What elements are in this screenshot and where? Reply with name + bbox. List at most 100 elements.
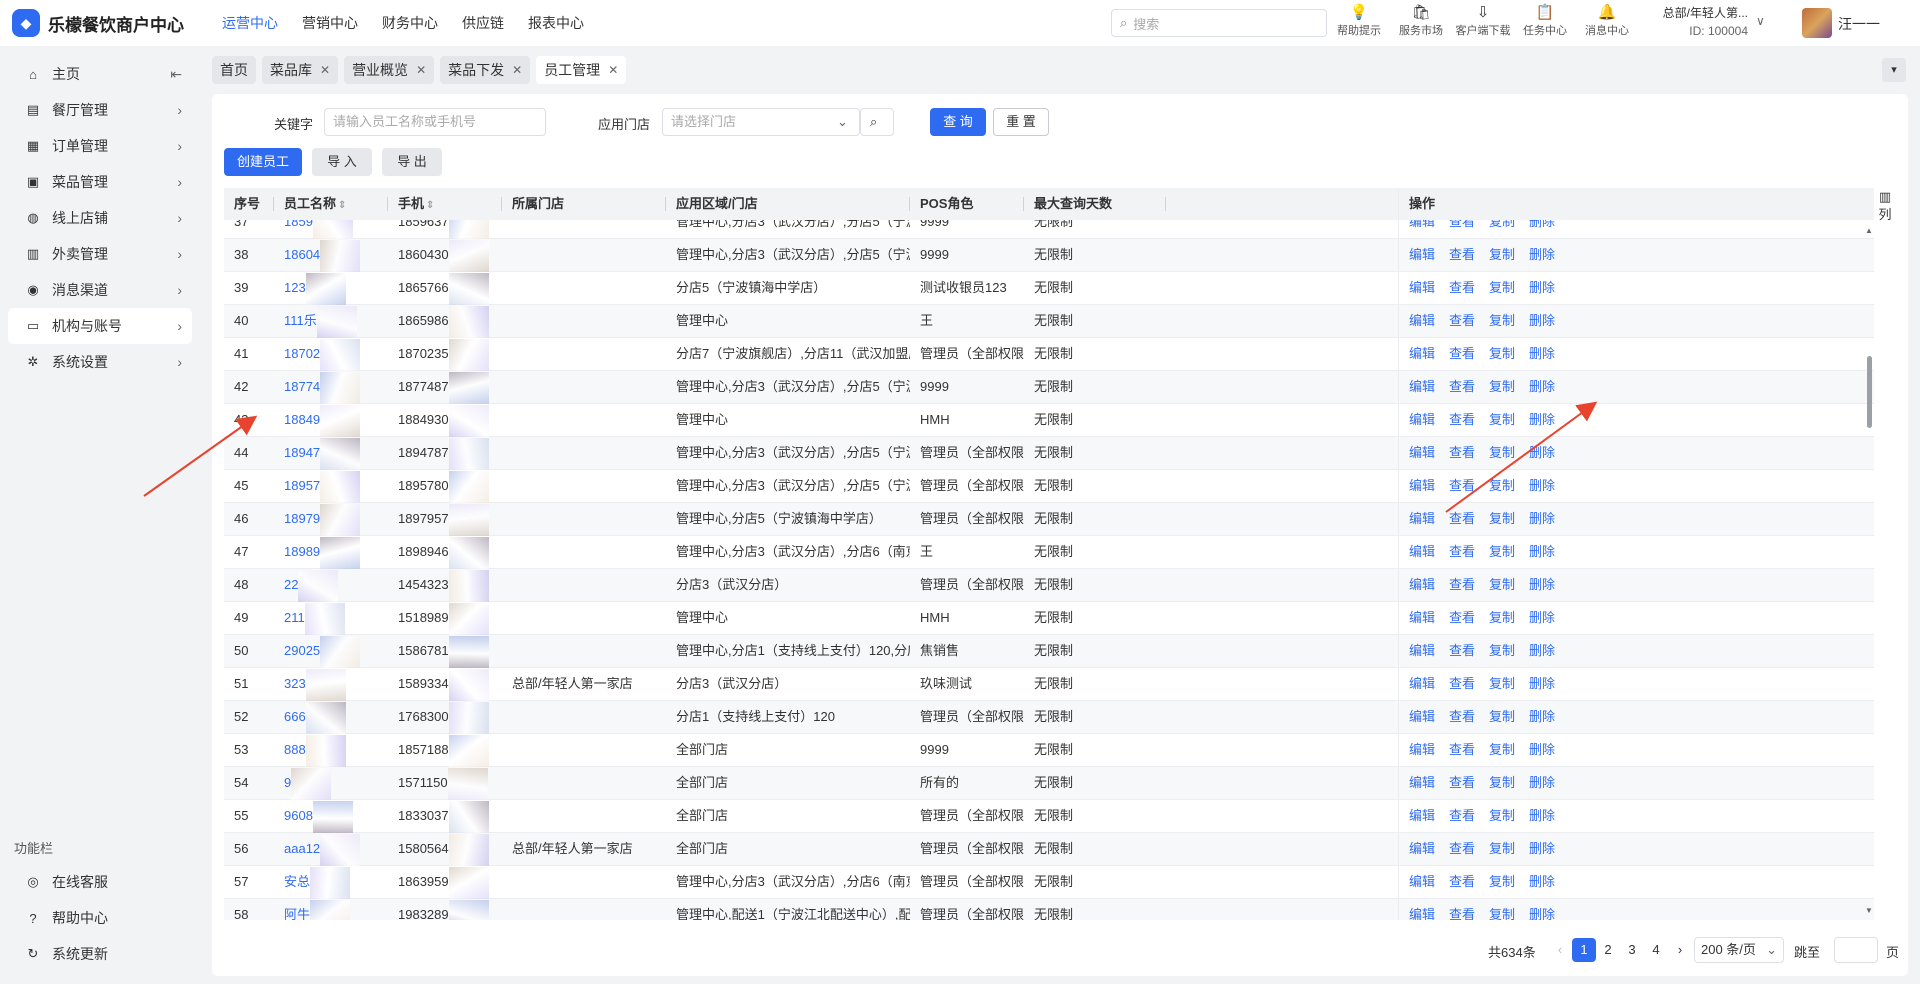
cell-employee-name-text[interactable]: 18989 bbox=[284, 544, 320, 559]
copy-link[interactable]: 复制 bbox=[1489, 544, 1515, 559]
page-tab[interactable]: 首页 bbox=[212, 56, 256, 84]
copy-link[interactable]: 复制 bbox=[1489, 445, 1515, 460]
table-scrollbar[interactable]: ▲ ▼ bbox=[1864, 226, 1874, 918]
edit-link[interactable]: 编辑 bbox=[1409, 610, 1435, 625]
view-link[interactable]: 查看 bbox=[1449, 445, 1475, 460]
cell-employee-name-text[interactable]: 666 bbox=[284, 709, 306, 724]
view-link[interactable]: 查看 bbox=[1449, 280, 1475, 295]
delete-link[interactable]: 删除 bbox=[1529, 313, 1555, 328]
tool-button[interactable]: 💡 帮助提示 bbox=[1328, 4, 1390, 38]
cell-employee-name-text[interactable]: 安总 bbox=[284, 874, 310, 889]
copy-link[interactable]: 复制 bbox=[1489, 247, 1515, 262]
tool-button[interactable]: 🛍 服务市场 bbox=[1390, 4, 1452, 38]
collapse-sidebar-icon[interactable]: ⇤ bbox=[170, 66, 182, 83]
function-bar-item[interactable]: ◎ 在线客服 bbox=[8, 864, 192, 900]
delete-link[interactable]: 删除 bbox=[1529, 709, 1555, 724]
view-link[interactable]: 查看 bbox=[1449, 676, 1475, 691]
copy-link[interactable]: 复制 bbox=[1489, 676, 1515, 691]
delete-link[interactable]: 删除 bbox=[1529, 379, 1555, 394]
copy-link[interactable]: 复制 bbox=[1489, 907, 1515, 920]
app-logo[interactable]: ◆ 乐檬餐饮商户中心 bbox=[0, 9, 210, 37]
delete-link[interactable]: 删除 bbox=[1529, 643, 1555, 658]
copy-link[interactable]: 复制 bbox=[1489, 643, 1515, 658]
reset-button[interactable]: 重 置 bbox=[993, 108, 1049, 136]
edit-link[interactable]: 编辑 bbox=[1409, 280, 1435, 295]
close-icon[interactable]: ✕ bbox=[320, 63, 330, 77]
topnav-item[interactable]: 运营中心 bbox=[210, 0, 290, 46]
page-size-select[interactable]: 200 条/页 ⌄ bbox=[1694, 937, 1784, 963]
copy-link[interactable]: 复制 bbox=[1489, 874, 1515, 889]
edit-link[interactable]: 编辑 bbox=[1409, 445, 1435, 460]
account-switcher[interactable]: 总部/年轻人第... ID: 100004 bbox=[1648, 4, 1748, 40]
cell-employee-name-text[interactable]: aaa12 bbox=[284, 841, 320, 856]
sidebar-item[interactable]: ▦ 订单管理 › bbox=[8, 128, 192, 164]
copy-link[interactable]: 复制 bbox=[1489, 346, 1515, 361]
delete-link[interactable]: 删除 bbox=[1529, 544, 1555, 559]
view-link[interactable]: 查看 bbox=[1449, 907, 1475, 920]
scroll-down-icon[interactable]: ▼ bbox=[1865, 906, 1873, 915]
cell-employee-name-text[interactable]: 18979 bbox=[284, 511, 320, 526]
sort-icon[interactable]: ⇕ bbox=[426, 200, 434, 211]
view-link[interactable]: 查看 bbox=[1449, 313, 1475, 328]
view-link[interactable]: 查看 bbox=[1449, 709, 1475, 724]
view-link[interactable]: 查看 bbox=[1449, 379, 1475, 394]
topnav-item[interactable]: 营销中心 bbox=[290, 0, 370, 46]
jump-page-input[interactable] bbox=[1834, 937, 1878, 963]
cell-employee-name-text[interactable]: 29025 bbox=[284, 643, 320, 658]
delete-link[interactable]: 删除 bbox=[1529, 808, 1555, 823]
cell-employee-name-text[interactable]: 9608 bbox=[284, 808, 313, 823]
view-link[interactable]: 查看 bbox=[1449, 808, 1475, 823]
view-link[interactable]: 查看 bbox=[1449, 874, 1475, 889]
page-tab[interactable]: 营业概览 ✕ bbox=[344, 56, 435, 84]
edit-link[interactable]: 编辑 bbox=[1409, 346, 1435, 361]
view-link[interactable]: 查看 bbox=[1449, 577, 1475, 592]
cell-employee-name-text[interactable]: 18604 bbox=[284, 247, 320, 262]
cell-employee-name-text[interactable]: 323 bbox=[284, 676, 306, 691]
sidebar-item[interactable]: ▣ 菜品管理 › bbox=[8, 164, 192, 200]
edit-link[interactable]: 编辑 bbox=[1409, 907, 1435, 920]
delete-link[interactable]: 删除 bbox=[1529, 247, 1555, 262]
copy-link[interactable]: 复制 bbox=[1489, 379, 1515, 394]
topnav-item[interactable]: 报表中心 bbox=[516, 0, 596, 46]
view-link[interactable]: 查看 bbox=[1449, 742, 1475, 757]
edit-link[interactable]: 编辑 bbox=[1409, 775, 1435, 790]
view-link[interactable]: 查看 bbox=[1449, 643, 1475, 658]
edit-link[interactable]: 编辑 bbox=[1409, 577, 1435, 592]
cell-employee-name-text[interactable]: 888 bbox=[284, 742, 306, 757]
sidebar-item[interactable]: ◍ 线上店铺 › bbox=[8, 200, 192, 236]
close-icon[interactable]: ✕ bbox=[512, 63, 522, 77]
cell-employee-name-text[interactable]: 9 bbox=[284, 775, 291, 790]
tool-button[interactable]: 📋 任务中心 bbox=[1514, 4, 1576, 38]
tabs-more-chevron-icon[interactable]: ▾ bbox=[1882, 58, 1906, 82]
edit-link[interactable]: 编辑 bbox=[1409, 544, 1435, 559]
delete-link[interactable]: 删除 bbox=[1529, 478, 1555, 493]
topnav-item[interactable]: 供应链 bbox=[450, 0, 516, 46]
query-button[interactable]: 查 询 bbox=[930, 108, 986, 136]
sidebar-item[interactable]: ◉ 消息渠道 › bbox=[8, 272, 192, 308]
delete-link[interactable]: 删除 bbox=[1529, 742, 1555, 757]
cell-employee-name-text[interactable]: 111乐 bbox=[284, 313, 317, 328]
tool-button[interactable]: 🔔 消息中心 bbox=[1576, 4, 1638, 38]
copy-link[interactable]: 复制 bbox=[1489, 412, 1515, 427]
edit-link[interactable]: 编辑 bbox=[1409, 379, 1435, 394]
cell-employee-name-text[interactable]: 18849 bbox=[284, 412, 320, 427]
page-number[interactable]: 1 bbox=[1572, 938, 1596, 962]
import-button[interactable]: 导 入 bbox=[312, 148, 372, 176]
delete-link[interactable]: 删除 bbox=[1529, 280, 1555, 295]
delete-link[interactable]: 删除 bbox=[1529, 676, 1555, 691]
page-number[interactable]: 3 bbox=[1620, 938, 1644, 962]
view-link[interactable]: 查看 bbox=[1449, 412, 1475, 427]
edit-link[interactable]: 编辑 bbox=[1409, 841, 1435, 856]
view-link[interactable]: 查看 bbox=[1449, 478, 1475, 493]
copy-link[interactable]: 复制 bbox=[1489, 478, 1515, 493]
delete-link[interactable]: 删除 bbox=[1529, 346, 1555, 361]
page-tab[interactable]: 菜品下发 ✕ bbox=[440, 56, 531, 84]
cell-employee-name-text[interactable]: 123 bbox=[284, 280, 306, 295]
sidebar-item[interactable]: ▭ 机构与账号 › bbox=[8, 308, 192, 344]
export-button[interactable]: 导 出 bbox=[382, 148, 442, 176]
delete-link[interactable]: 删除 bbox=[1529, 412, 1555, 427]
copy-link[interactable]: 复制 bbox=[1489, 313, 1515, 328]
copy-link[interactable]: 复制 bbox=[1489, 808, 1515, 823]
copy-link[interactable]: 复制 bbox=[1489, 577, 1515, 592]
topnav-item[interactable]: 财务中心 bbox=[370, 0, 450, 46]
